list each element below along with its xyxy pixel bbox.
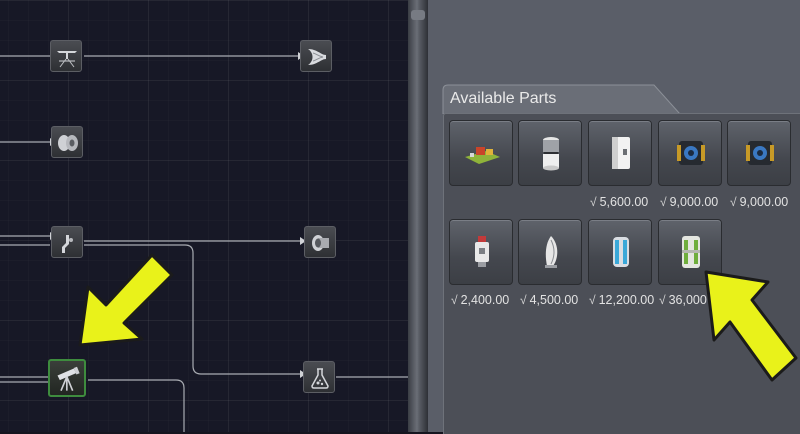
highlight-arrow-icon-right — [704, 270, 798, 382]
air-intake-icon — [308, 49, 326, 65]
tech-node-jet-engine[interactable] — [304, 226, 336, 258]
part-cost-5: √ 9,000.00 — [730, 195, 789, 209]
sensor-module-icon — [475, 236, 489, 267]
cryo-tank-icon — [613, 237, 629, 267]
surface-base-icon — [465, 147, 500, 164]
part-slot-5[interactable] — [727, 120, 791, 186]
part-cost-3: √ 5,600.00 — [590, 195, 649, 209]
tech-node-air-intake[interactable] — [300, 40, 332, 72]
part-slot-8[interactable] — [588, 219, 652, 285]
tech-node-wheels[interactable] — [51, 126, 83, 158]
part-slot-7[interactable] — [518, 219, 582, 285]
science-flask-icon — [311, 368, 329, 389]
tech-tree-canvas[interactable] — [0, 0, 408, 432]
part-cost-7: √ 4,500.00 — [520, 293, 579, 307]
part-slot-2[interactable] — [518, 120, 582, 186]
tech-node-science[interactable] — [303, 361, 335, 393]
part-slot-4[interactable] — [658, 120, 722, 186]
probe-core-icon — [677, 141, 705, 165]
divider-handle[interactable] — [411, 10, 425, 20]
part-cost-6: √ 2,400.00 — [451, 293, 510, 307]
landing-gear-icon — [57, 51, 77, 68]
tech-node-telescope-selected[interactable] — [48, 359, 86, 397]
wheel-icon — [58, 135, 78, 151]
available-parts-title: Available Parts — [450, 90, 557, 107]
white-module-icon — [612, 137, 630, 169]
tech-node-landing-gear[interactable] — [50, 40, 82, 72]
probe-core-icon-2 — [746, 141, 774, 165]
part-slot-3[interactable] — [588, 120, 652, 186]
antenna-dish-icon — [545, 236, 558, 268]
highlight-arrow-icon — [78, 253, 174, 347]
telescope-icon — [57, 366, 80, 391]
part-cost-4: √ 9,000.00 — [660, 195, 719, 209]
part-cost-8: √ 12,200.00 — [589, 293, 655, 307]
part-slot-1[interactable] — [449, 120, 513, 186]
canister-icon — [543, 137, 559, 171]
jet-engine-icon — [312, 235, 329, 251]
part-slot-6[interactable] — [449, 219, 513, 285]
panel-divider-scrollbar[interactable] — [408, 0, 428, 432]
